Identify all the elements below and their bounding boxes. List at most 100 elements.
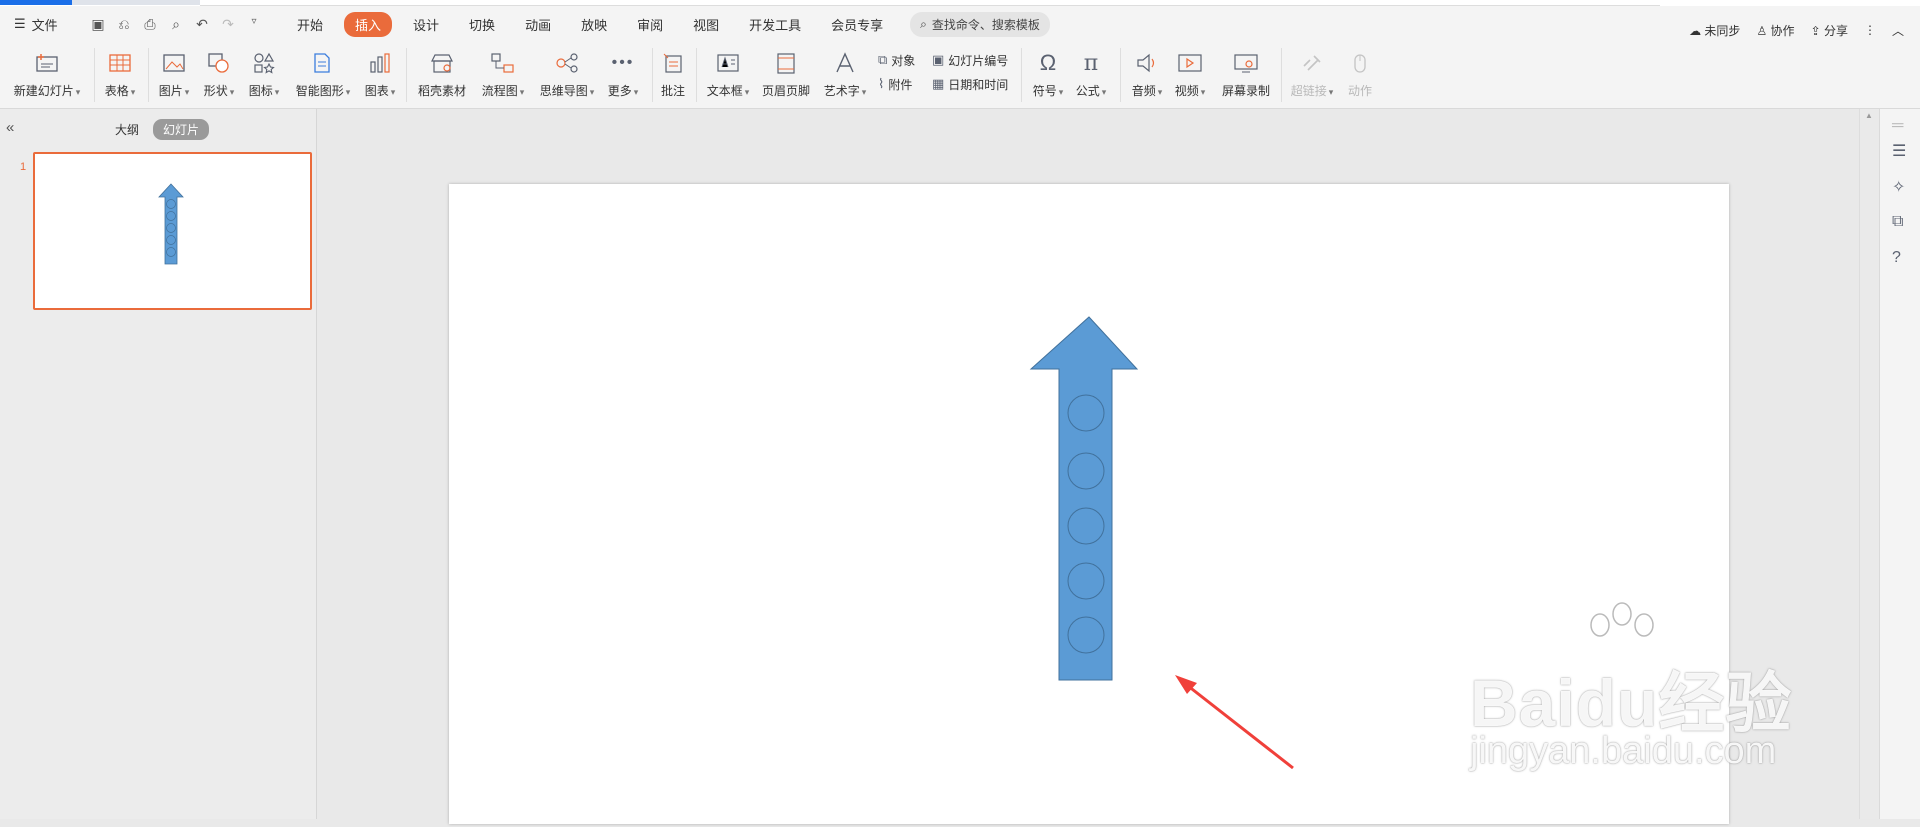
- table-label: 表格: [105, 82, 136, 99]
- comment-button[interactable]: 批注: [657, 42, 689, 108]
- icon-library-button[interactable]: 图标: [244, 42, 284, 108]
- tab-slides[interactable]: 幻灯片: [153, 119, 210, 140]
- command-search[interactable]: ⌕ 查找命令、搜索模板: [910, 11, 1050, 37]
- collapse-ribbon-icon[interactable]: ︿: [1892, 22, 1904, 39]
- collab-button[interactable]: ♙ 协作: [1756, 22, 1794, 39]
- smart-graphic-button[interactable]: 智能图形: [291, 42, 355, 108]
- textbox-button[interactable]: 文本框: [703, 42, 753, 108]
- flowchart-icon: [490, 48, 516, 78]
- tab-developer[interactable]: 开发工具: [749, 15, 801, 34]
- document-tab[interactable]: [72, 0, 200, 5]
- header-footer-button[interactable]: 页眉页脚: [760, 42, 812, 108]
- file-menu-button[interactable]: ☰ 文件: [0, 15, 76, 34]
- tab-home[interactable]: 开始: [297, 15, 323, 34]
- screen-record-label: 屏幕录制: [1221, 84, 1270, 98]
- picture-label: 图片: [159, 82, 190, 99]
- action-button[interactable]: 动作: [1342, 42, 1378, 108]
- more-button[interactable]: ••• 更多: [603, 42, 643, 108]
- slide-thumbnail[interactable]: [33, 152, 312, 310]
- omega-icon: Ω: [1039, 50, 1057, 75]
- vertical-scrollbar[interactable]: ▲: [1859, 109, 1880, 819]
- textbox-icon: [715, 48, 741, 78]
- settings-sliders-icon[interactable]: ☰: [1892, 141, 1906, 161]
- print-preview-icon[interactable]: ⌕: [168, 16, 184, 33]
- tab-design[interactable]: 设计: [413, 15, 439, 34]
- wordart-button[interactable]: 艺术字: [820, 42, 870, 108]
- audio-button[interactable]: 音频: [1127, 42, 1167, 108]
- flowchart-label: 流程图: [482, 82, 525, 99]
- table-icon: [108, 48, 132, 78]
- sync-label: 未同步: [1704, 23, 1741, 38]
- hyperlink-button[interactable]: 超链接: [1288, 42, 1336, 108]
- more-label: 更多: [608, 82, 639, 99]
- save-icon[interactable]: ▣: [90, 16, 106, 33]
- table-button[interactable]: 表格: [100, 42, 140, 108]
- print-icon[interactable]: ⎙: [142, 16, 158, 33]
- up-arrow-shape[interactable]: [1029, 316, 1139, 681]
- tab-transition[interactable]: 切换: [469, 15, 495, 34]
- tab-review[interactable]: 审阅: [637, 15, 663, 34]
- hamburger-icon: ☰: [14, 16, 26, 31]
- mindmap-icon: [554, 48, 580, 78]
- thumbnail-arrow: [158, 183, 184, 265]
- redo-icon[interactable]: ↷: [220, 16, 236, 33]
- separator: [406, 48, 407, 102]
- undo-icon[interactable]: ↶: [194, 16, 210, 33]
- watermark-url: jingyan.baidu.com: [1470, 730, 1777, 772]
- mindmap-label: 思维导图: [540, 82, 595, 99]
- ribbon-insert: 新建幻灯片 表格 图片 形状 图标 智能图形 图表 稻壳素材 流程图 思维导图 …: [0, 42, 1920, 109]
- material-button[interactable]: 稻壳素材: [414, 42, 470, 108]
- separator: [696, 48, 697, 102]
- more-icon[interactable]: ⋮: [1864, 23, 1876, 37]
- tab-slideshow[interactable]: 放映: [581, 15, 607, 34]
- object-button[interactable]: ⧉ 对象: [878, 49, 915, 71]
- tab-view[interactable]: 视图: [693, 15, 719, 34]
- slide-number: 1: [20, 161, 27, 173]
- help-icon[interactable]: ?: [1892, 249, 1901, 267]
- search-placeholder: 查找命令、搜索模板: [931, 17, 1040, 32]
- symbol-button[interactable]: Ω 符号: [1028, 42, 1068, 108]
- datetime-button[interactable]: ▦ 日期和时间: [932, 73, 1008, 95]
- mindmap-button[interactable]: 思维导图: [536, 42, 598, 108]
- icon-label: 图标: [249, 82, 280, 99]
- cloud-icon: ☁: [1689, 23, 1702, 38]
- paperclip-icon: ⌇: [878, 76, 885, 91]
- formula-button[interactable]: π 公式: [1071, 42, 1111, 108]
- slide-number-button[interactable]: ▣ 幻灯片编号: [932, 49, 1008, 71]
- tab-outline[interactable]: 大纲: [115, 121, 139, 138]
- file-menu-label: 文件: [31, 17, 58, 33]
- right-sidebar: ═ ☰ ✧ ⧉ ?: [1879, 109, 1920, 819]
- header-footer-icon: [774, 48, 798, 78]
- picture-button[interactable]: 图片: [154, 42, 194, 108]
- attachment-button[interactable]: ⌇ 附件: [878, 73, 912, 95]
- copy-panel-icon[interactable]: ⧉: [1892, 213, 1903, 231]
- datetime-label: 日期和时间: [948, 77, 1009, 92]
- new-slide-button[interactable]: 新建幻灯片: [8, 42, 86, 108]
- tab-insert[interactable]: 插入: [344, 11, 393, 37]
- user-icon: ♙: [1756, 23, 1768, 38]
- tab-member[interactable]: 会员专享: [831, 15, 883, 34]
- shape-button[interactable]: 形状: [199, 42, 239, 108]
- app-tab[interactable]: [0, 0, 72, 5]
- search-icon: ⌕: [920, 16, 927, 31]
- separator: [94, 48, 95, 102]
- wordart-icon: [833, 48, 857, 78]
- share-button[interactable]: ⇪ 分享: [1811, 22, 1848, 39]
- format-painter-icon[interactable]: ⎌: [116, 16, 132, 33]
- shape-icon: [207, 48, 231, 78]
- sync-button[interactable]: ☁ 未同步: [1689, 22, 1740, 39]
- tab-animation[interactable]: 动画: [525, 15, 551, 34]
- object-icon: ⧉: [878, 52, 888, 67]
- video-button[interactable]: 视频: [1170, 42, 1210, 108]
- chart-button[interactable]: 图表: [360, 42, 400, 108]
- chart-label: 图表: [365, 82, 396, 99]
- screen-record-button[interactable]: 屏幕录制: [1218, 42, 1274, 108]
- customize-dropdown-icon[interactable]: ▿: [246, 16, 262, 33]
- object-label: 对象: [891, 53, 916, 68]
- pin-icon[interactable]: ✧: [1892, 177, 1905, 197]
- scroll-up-icon[interactable]: ▲: [1865, 111, 1873, 120]
- video-icon: [1177, 48, 1203, 78]
- flowchart-button[interactable]: 流程图: [477, 42, 529, 108]
- separator: [148, 48, 149, 102]
- collapse-panel-icon[interactable]: «: [6, 119, 14, 136]
